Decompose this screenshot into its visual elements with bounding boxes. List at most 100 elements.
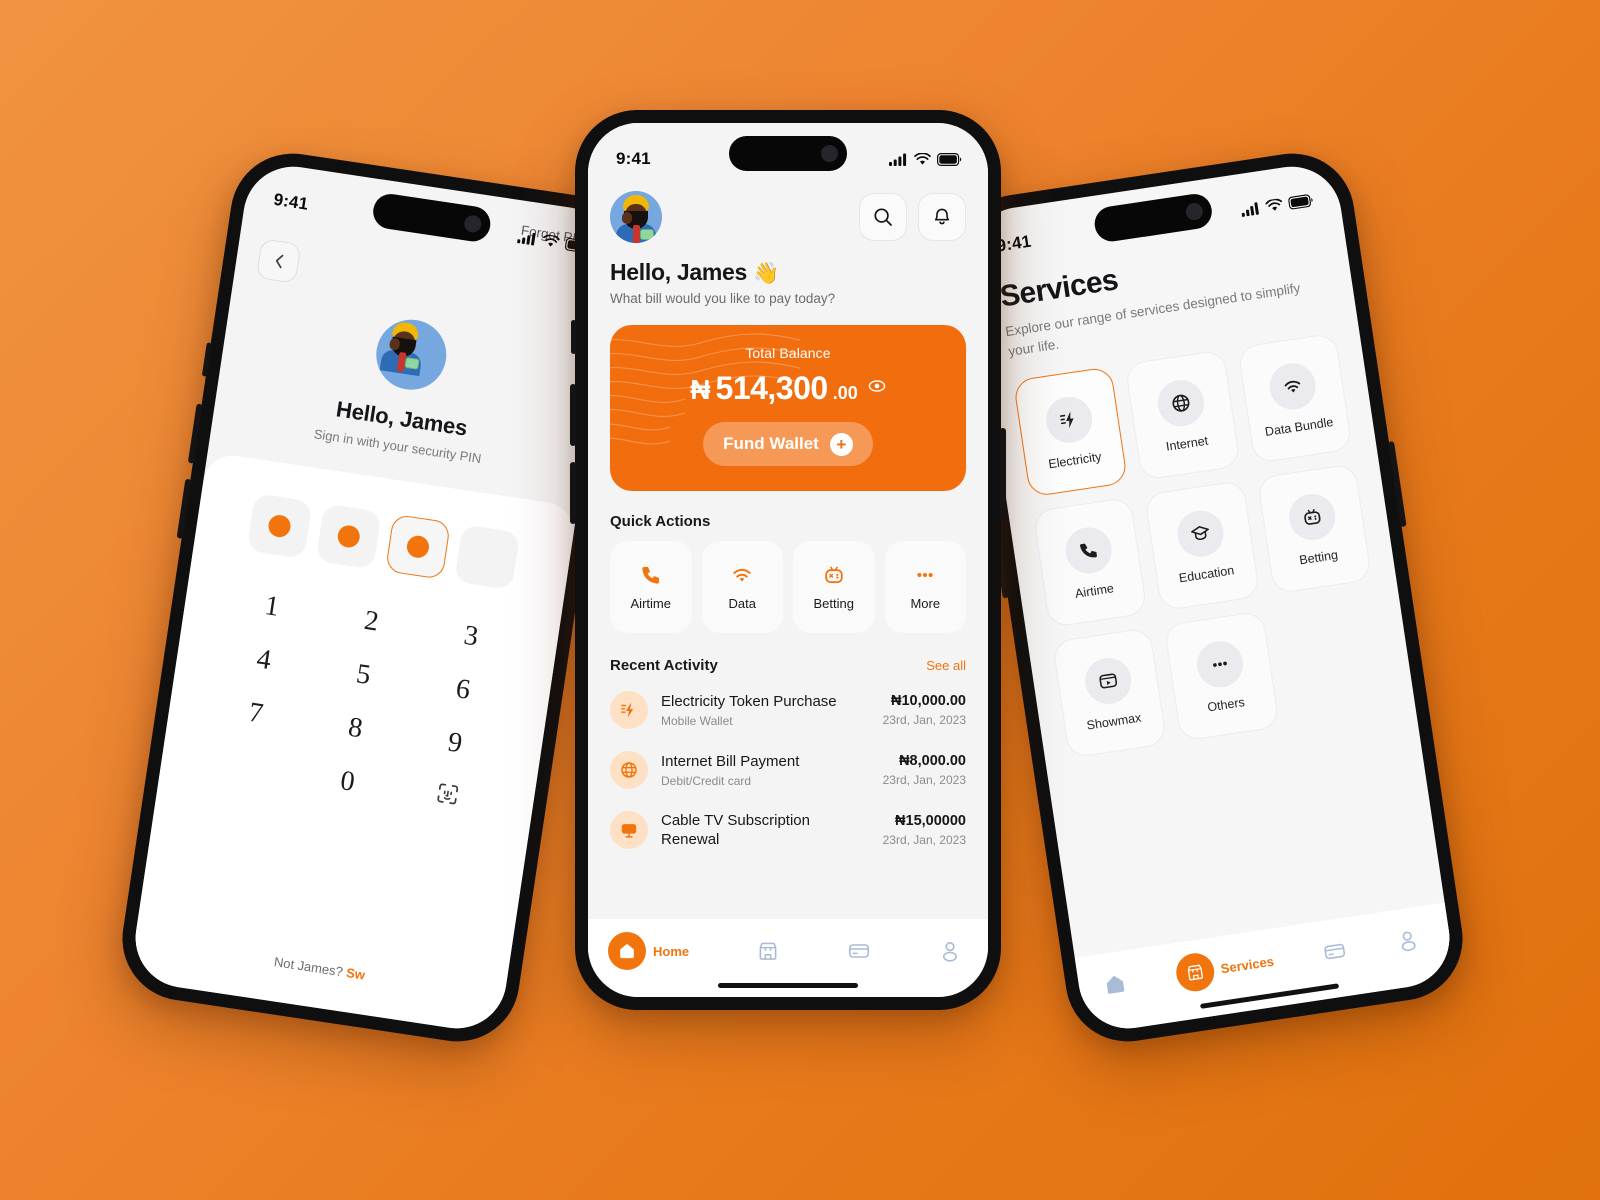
bottom-navigation[interactable]: Services (1074, 902, 1457, 1036)
service-airtime[interactable]: Airtime (1032, 496, 1149, 629)
avatar-row (610, 191, 966, 243)
store-icon (1187, 964, 1203, 981)
camera-lens (1184, 201, 1204, 222)
keypad-key-6[interactable]: 6 (454, 673, 472, 707)
pin-box-4[interactable] (454, 524, 521, 591)
greeting-text: Hello, James (610, 259, 748, 285)
mute-switch[interactable] (201, 342, 212, 377)
keypad-key-1[interactable]: 1 (263, 590, 281, 624)
service-label: Showmax (1085, 710, 1143, 733)
table-row[interactable]: Internet Bill Payment Debit/Credit card … (610, 740, 966, 800)
wifi-icon (1265, 198, 1282, 211)
service-icon (1286, 490, 1339, 543)
notifications-button[interactable] (918, 193, 966, 241)
keypad-key-9[interactable]: 9 (446, 727, 464, 761)
tv-icon (621, 824, 637, 838)
camera-lens (463, 214, 483, 234)
service-data-bundle[interactable]: Data Bundle (1236, 332, 1353, 465)
keypad-key-7[interactable]: 7 (247, 697, 265, 731)
pin-input-boxes[interactable] (230, 491, 537, 593)
quick-action-more[interactable]: More (884, 541, 966, 633)
keypad-key-4[interactable]: 4 (255, 643, 273, 677)
mute-switch[interactable] (571, 320, 576, 354)
keypad-key-5[interactable]: 5 (354, 658, 372, 692)
quick-action-data[interactable]: Data (701, 541, 783, 633)
volume-up-button[interactable] (570, 384, 576, 446)
activity-text: Cable TV Subscription Renewal (661, 811, 870, 849)
service-icon (1154, 376, 1208, 429)
switch-user-link[interactable]: Sw (345, 965, 366, 983)
quick-action-airtime[interactable]: Airtime (610, 541, 692, 633)
toggle-balance-visibility[interactable] (868, 377, 886, 400)
table-row[interactable]: Electricity Token Purchase Mobile Wallet… (610, 680, 966, 740)
activity-list: Electricity Token Purchase Mobile Wallet… (588, 680, 988, 919)
keypad-key-0[interactable]: 0 (338, 765, 356, 801)
tab-card[interactable] (1321, 938, 1348, 965)
card-icon (1324, 943, 1346, 960)
home-screen-content: 9:41 Hello, James 👋 What bill would you … (588, 123, 988, 997)
plus-icon: + (829, 432, 853, 456)
tab-home[interactable]: Home (608, 932, 689, 970)
dynamic-island (729, 136, 847, 171)
service-betting[interactable]: Betting (1256, 463, 1373, 595)
back-button[interactable] (255, 238, 302, 284)
tab-label: Home (653, 943, 690, 959)
service-education[interactable]: Education (1144, 480, 1261, 612)
keypad-key-3[interactable]: 3 (462, 620, 480, 654)
avatar (371, 314, 452, 395)
phone-icon (642, 566, 659, 584)
power-button[interactable] (1387, 441, 1407, 528)
cellular-icon (517, 232, 536, 245)
volume-down-button[interactable] (570, 462, 576, 524)
tab-store[interactable] (756, 939, 780, 963)
service-icon (1266, 359, 1320, 413)
cellular-icon (889, 153, 907, 166)
balance-card[interactable]: Total Balance ₦ 514,300 .00 Fund Wallet … (610, 325, 966, 491)
quick-action-label: More (910, 596, 941, 611)
volume-up-button[interactable] (187, 403, 203, 464)
quick-actions-grid: Airtime Data Betting More (588, 541, 988, 633)
keypad-key-8[interactable]: 8 (346, 712, 364, 746)
scene: 9:41 Forgot PIN? Hello, James Sign in wi… (0, 0, 1600, 1200)
service-electricity[interactable]: Electricity (1012, 366, 1129, 498)
globe-icon (621, 762, 637, 778)
service-showmax[interactable]: Showmax (1051, 627, 1168, 759)
pin-box-1[interactable] (246, 493, 313, 560)
header-actions (859, 193, 966, 241)
activity-text: Internet Bill Payment Debit/Credit card (661, 752, 870, 788)
tab-services[interactable]: Services (1173, 942, 1276, 994)
volume-down-button[interactable] (176, 478, 192, 539)
avatar-cash (640, 229, 654, 240)
pin-keypad[interactable]: 123456789.0 (195, 584, 523, 822)
pin-screen-content: 9:41 Forgot PIN? Hello, James Sign in wi… (128, 159, 622, 1036)
power-button[interactable] (1000, 428, 1006, 520)
game-controller-icon (1304, 508, 1321, 525)
ellipsis-icon (917, 573, 933, 577)
quick-action-betting[interactable]: Betting (793, 541, 875, 633)
page-subtitle: What bill would you like to pay today? (610, 291, 836, 306)
balance-decimal: .00 (832, 383, 858, 403)
keypad-faceid-button[interactable] (431, 779, 462, 816)
not-james-label: Not James? (273, 954, 348, 980)
tab-person[interactable] (938, 939, 962, 963)
phone-home-screen: 9:41 Hello, James 👋 What bill would you … (570, 110, 1006, 1010)
service-internet[interactable]: Internet (1124, 349, 1241, 481)
service-label: Others (1206, 694, 1246, 715)
pin-box-2[interactable] (315, 503, 382, 570)
search-button[interactable] (859, 193, 907, 241)
battery-icon (937, 152, 962, 166)
home-icon (620, 943, 634, 959)
service-others[interactable]: Others (1163, 610, 1280, 742)
avatar[interactable] (610, 191, 662, 243)
table-row[interactable]: Cable TV Subscription Renewal ₦15,00000 … (610, 800, 966, 860)
wifi-icon (733, 568, 751, 582)
tab-card[interactable] (847, 939, 871, 963)
pin-box-3[interactable] (384, 513, 451, 580)
video-play-icon (1098, 673, 1117, 689)
tab-home[interactable] (1101, 971, 1128, 998)
tab-person[interactable] (1394, 927, 1421, 954)
phone-pin-screen: 9:41 Forgot PIN? Hello, James Sign in wi… (114, 145, 636, 1050)
keypad-key-2[interactable]: 2 (362, 605, 380, 639)
see-all-link[interactable]: See all (926, 658, 966, 673)
service-label: Education (1177, 562, 1235, 585)
